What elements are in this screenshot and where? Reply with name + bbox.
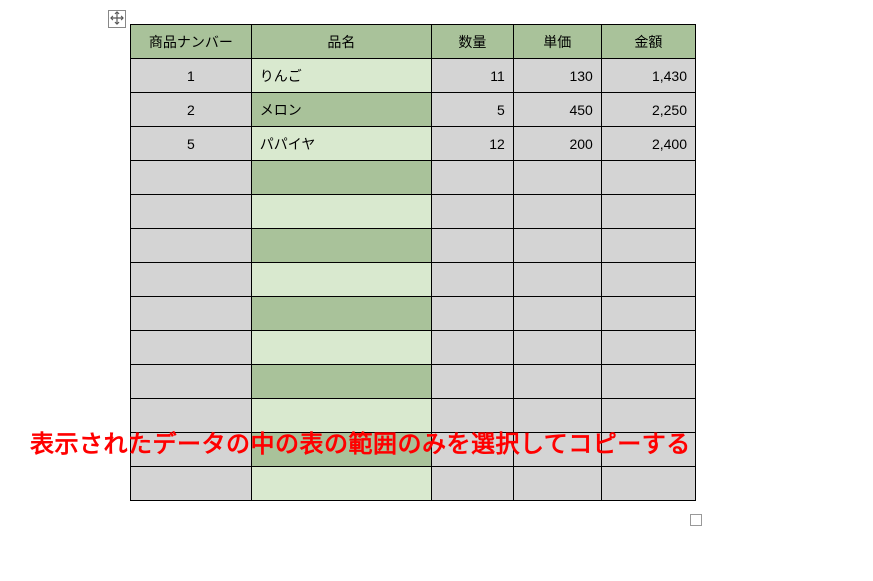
cell-name[interactable] bbox=[251, 297, 431, 331]
cell-unit[interactable] bbox=[513, 161, 601, 195]
cell-qty[interactable] bbox=[431, 229, 513, 263]
col-header-qty[interactable]: 数量 bbox=[431, 25, 513, 59]
table-row[interactable]: 5パパイヤ122002,400 bbox=[131, 127, 696, 161]
table-body: 1りんご111301,4302メロン54502,2505パパイヤ122002,4… bbox=[131, 59, 696, 501]
cell-num[interactable] bbox=[131, 229, 252, 263]
table-row[interactable] bbox=[131, 161, 696, 195]
cell-unit[interactable] bbox=[513, 467, 601, 501]
table-row[interactable] bbox=[131, 297, 696, 331]
col-header-unit[interactable]: 単価 bbox=[513, 25, 601, 59]
cell-num[interactable]: 5 bbox=[131, 127, 252, 161]
cell-name[interactable] bbox=[251, 195, 431, 229]
cell-qty[interactable]: 12 bbox=[431, 127, 513, 161]
cell-qty[interactable] bbox=[431, 467, 513, 501]
cell-num[interactable] bbox=[131, 331, 252, 365]
cell-num[interactable] bbox=[131, 195, 252, 229]
cell-amt[interactable] bbox=[601, 365, 695, 399]
cell-unit[interactable] bbox=[513, 229, 601, 263]
cell-qty[interactable] bbox=[431, 161, 513, 195]
cell-amt[interactable] bbox=[601, 195, 695, 229]
data-table-wrap: 商品ナンバー 品名 数量 単価 金額 1りんご111301,4302メロン545… bbox=[130, 24, 696, 501]
data-table[interactable]: 商品ナンバー 品名 数量 単価 金額 1りんご111301,4302メロン545… bbox=[130, 24, 696, 501]
cell-name[interactable]: りんご bbox=[251, 59, 431, 93]
table-row[interactable]: 1りんご111301,430 bbox=[131, 59, 696, 93]
cell-num[interactable]: 2 bbox=[131, 93, 252, 127]
table-row[interactable]: 2メロン54502,250 bbox=[131, 93, 696, 127]
cell-amt[interactable] bbox=[601, 331, 695, 365]
table-row[interactable] bbox=[131, 399, 696, 433]
col-header-num[interactable]: 商品ナンバー bbox=[131, 25, 252, 59]
header-row: 商品ナンバー 品名 数量 単価 金額 bbox=[131, 25, 696, 59]
cell-num[interactable] bbox=[131, 297, 252, 331]
table-row[interactable] bbox=[131, 433, 696, 467]
move-icon bbox=[110, 11, 124, 28]
cell-amt[interactable] bbox=[601, 161, 695, 195]
cell-amt[interactable]: 1,430 bbox=[601, 59, 695, 93]
cell-name[interactable]: メロン bbox=[251, 93, 431, 127]
cell-qty[interactable] bbox=[431, 195, 513, 229]
cell-unit[interactable] bbox=[513, 365, 601, 399]
cell-amt[interactable] bbox=[601, 399, 695, 433]
cell-amt[interactable] bbox=[601, 229, 695, 263]
cell-amt[interactable]: 2,250 bbox=[601, 93, 695, 127]
cell-name[interactable] bbox=[251, 365, 431, 399]
table-row[interactable] bbox=[131, 365, 696, 399]
cell-name[interactable] bbox=[251, 433, 431, 467]
cell-name[interactable]: パパイヤ bbox=[251, 127, 431, 161]
move-handle[interactable] bbox=[108, 10, 126, 28]
cell-name[interactable] bbox=[251, 331, 431, 365]
cell-unit[interactable] bbox=[513, 297, 601, 331]
table-row[interactable] bbox=[131, 467, 696, 501]
col-header-amt[interactable]: 金額 bbox=[601, 25, 695, 59]
cell-amt[interactable] bbox=[601, 467, 695, 501]
cell-num[interactable] bbox=[131, 433, 252, 467]
cell-qty[interactable]: 5 bbox=[431, 93, 513, 127]
cell-amt[interactable] bbox=[601, 297, 695, 331]
cell-unit[interactable] bbox=[513, 399, 601, 433]
cell-num[interactable] bbox=[131, 161, 252, 195]
cell-num[interactable] bbox=[131, 365, 252, 399]
cell-qty[interactable]: 11 bbox=[431, 59, 513, 93]
cell-unit[interactable]: 200 bbox=[513, 127, 601, 161]
cell-name[interactable] bbox=[251, 229, 431, 263]
cell-num[interactable] bbox=[131, 263, 252, 297]
resize-handle[interactable] bbox=[690, 514, 702, 526]
table-row[interactable] bbox=[131, 229, 696, 263]
table-row[interactable] bbox=[131, 331, 696, 365]
col-header-name[interactable]: 品名 bbox=[251, 25, 431, 59]
cell-num[interactable] bbox=[131, 399, 252, 433]
cell-unit[interactable]: 130 bbox=[513, 59, 601, 93]
cell-amt[interactable]: 2,400 bbox=[601, 127, 695, 161]
cell-qty[interactable] bbox=[431, 433, 513, 467]
cell-unit[interactable] bbox=[513, 195, 601, 229]
cell-qty[interactable] bbox=[431, 297, 513, 331]
cell-amt[interactable] bbox=[601, 433, 695, 467]
cell-qty[interactable] bbox=[431, 365, 513, 399]
table-row[interactable] bbox=[131, 195, 696, 229]
cell-unit[interactable] bbox=[513, 263, 601, 297]
cell-num[interactable] bbox=[131, 467, 252, 501]
cell-unit[interactable] bbox=[513, 331, 601, 365]
cell-qty[interactable] bbox=[431, 331, 513, 365]
cell-name[interactable] bbox=[251, 263, 431, 297]
table-row[interactable] bbox=[131, 263, 696, 297]
cell-qty[interactable] bbox=[431, 263, 513, 297]
cell-qty[interactable] bbox=[431, 399, 513, 433]
cell-name[interactable] bbox=[251, 161, 431, 195]
cell-unit[interactable] bbox=[513, 433, 601, 467]
cell-name[interactable] bbox=[251, 399, 431, 433]
cell-unit[interactable]: 450 bbox=[513, 93, 601, 127]
cell-name[interactable] bbox=[251, 467, 431, 501]
cell-amt[interactable] bbox=[601, 263, 695, 297]
cell-num[interactable]: 1 bbox=[131, 59, 252, 93]
